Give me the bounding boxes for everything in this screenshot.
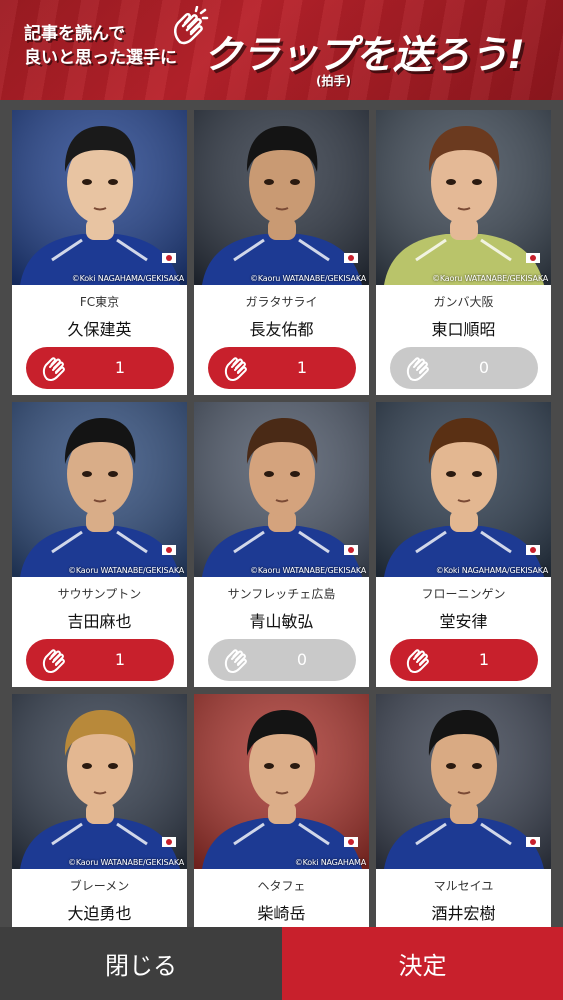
player-photo: ©Koki NAGAHAMA (194, 694, 369, 869)
clap-count: 0 (478, 358, 490, 377)
player-team: サウサンプトン (57, 587, 142, 601)
player-name: 大迫勇也 (67, 904, 132, 923)
clap-count: 1 (114, 358, 126, 377)
close-button[interactable]: 閉じる (0, 927, 282, 1000)
bottom-bar: 閉じる 決定 (0, 927, 563, 1000)
clap-count: 1 (478, 650, 490, 669)
player-name: 堂安律 (439, 612, 488, 631)
player-team: ブレーメン (69, 879, 130, 893)
banner-subtitle: 記事を読んで 良いと思った選手に (24, 22, 177, 70)
clap-icon (402, 352, 434, 384)
banner-line1: 記事を読んで (24, 24, 126, 44)
photo-credit: ©Kaoru WATANABE/GEKISAKA (68, 858, 184, 867)
player-card: ©Kaoru WATANABE/GEKISAKA サンフレッチェ広島青山敏弘 0 (194, 402, 369, 687)
player-photo: ©Kaoru WATANABE/GEKISAKA (12, 694, 187, 869)
player-name: 柴崎岳 (257, 904, 306, 923)
player-name: 長友佑都 (249, 320, 314, 339)
clap-icon (38, 352, 70, 384)
player-name: 久保建英 (67, 320, 132, 339)
player-photo: ©Koki NAGAHAMA/GEKISAKA (12, 110, 187, 285)
banner-headline: クラップを送ろう! (203, 33, 525, 78)
player-team: FC東京 (79, 295, 120, 309)
player-name: 吉田麻也 (67, 612, 132, 631)
player-card: ©Kaoru WATANABE/GEKISAKA サウサンプトン吉田麻也 1 (12, 402, 187, 687)
clap-icon (402, 644, 434, 676)
clap-count: 1 (296, 358, 308, 377)
player-team: ガラタサライ (245, 295, 318, 309)
clap-icon (220, 644, 252, 676)
clap-button[interactable]: 0 (390, 347, 538, 389)
player-name: 酒井宏樹 (431, 904, 496, 923)
player-name: 青山敏弘 (249, 612, 314, 631)
clap-icon (220, 352, 252, 384)
player-photo: ©Koki NAGAHAMA/GEKISAKA (376, 402, 551, 577)
player-card: ©Koki NAGAHAMA/GEKISAKA フローニンゲン堂安律 1 (376, 402, 551, 687)
photo-credit: ©Koki NAGAHAMA (294, 858, 366, 867)
player-name: 東口順昭 (431, 320, 496, 339)
clap-banner: 記事を読んで 良いと思った選手に クラップを送ろう! (拍手) (0, 0, 563, 100)
player-team: サンフレッチェ広島 (227, 587, 336, 601)
photo-credit: ©Koki NAGAHAMA/GEKISAKA (435, 566, 548, 575)
player-team: ガンバ大阪 (433, 295, 494, 309)
clap-button[interactable]: 0 (208, 639, 356, 681)
clap-icon (38, 644, 70, 676)
photo-credit: ©Kaoru WATANABE/GEKISAKA (250, 566, 366, 575)
player-card: ©Kaoru WATANABE/GEKISAKA ガンバ大阪東口順昭 0 (376, 110, 551, 395)
clap-button[interactable]: 1 (208, 347, 356, 389)
photo-credit: ©Kaoru WATANABE/GEKISAKA (68, 566, 184, 575)
player-team: ヘタフェ (257, 879, 306, 893)
player-photo (376, 694, 551, 869)
player-team: フローニンゲン (421, 587, 506, 601)
player-photo: ©Kaoru WATANABE/GEKISAKA (194, 402, 369, 577)
banner-line2: 良いと思った選手に (24, 48, 177, 68)
banner-note: (拍手) (316, 74, 351, 88)
photo-credit: ©Kaoru WATANABE/GEKISAKA (250, 274, 366, 283)
clap-count: 1 (114, 650, 126, 669)
photo-credit: ©Kaoru WATANABE/GEKISAKA (432, 274, 548, 283)
clap-count: 0 (296, 650, 308, 669)
submit-button[interactable]: 決定 (282, 927, 563, 1000)
player-team: マルセイユ (433, 879, 494, 893)
player-photo: ©Kaoru WATANABE/GEKISAKA (376, 110, 551, 285)
player-card: ©Kaoru WATANABE/GEKISAKA ガラタサライ長友佑都 1 (194, 110, 369, 395)
clap-button[interactable]: 1 (390, 639, 538, 681)
clap-button[interactable]: 1 (26, 347, 174, 389)
clap-button[interactable]: 1 (26, 639, 174, 681)
player-photo: ©Kaoru WATANABE/GEKISAKA (194, 110, 369, 285)
photo-credit: ©Koki NAGAHAMA/GEKISAKA (71, 274, 184, 283)
player-card: ©Koki NAGAHAMA/GEKISAKA FC東京久保建英 1 (12, 110, 187, 395)
player-photo: ©Kaoru WATANABE/GEKISAKA (12, 402, 187, 577)
